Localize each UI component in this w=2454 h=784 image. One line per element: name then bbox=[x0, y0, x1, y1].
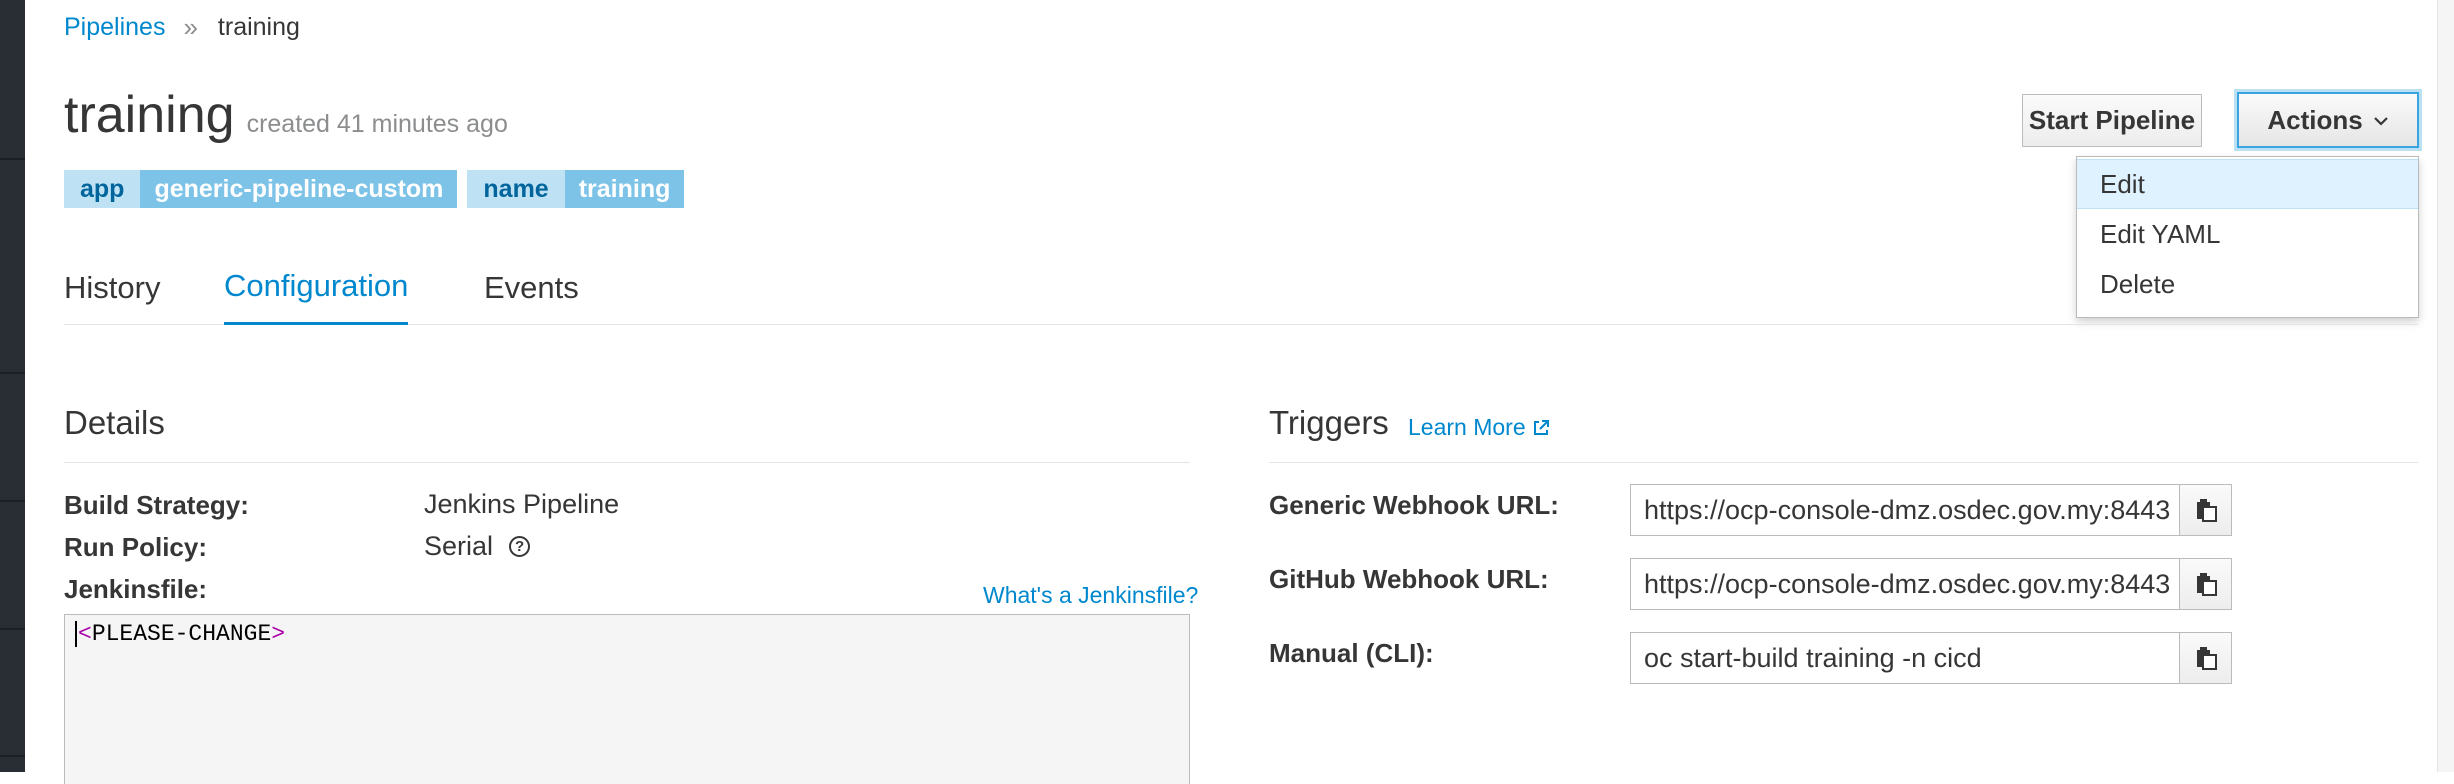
build-strategy-label: Build Strategy: bbox=[64, 490, 249, 520]
jenkinsfile-content: PLEASE-CHANGE bbox=[91, 621, 272, 648]
nav-divider bbox=[0, 500, 25, 502]
label-value: training bbox=[564, 170, 685, 208]
learn-more-text: Learn More bbox=[1408, 414, 1526, 440]
start-pipeline-button[interactable]: Start Pipeline bbox=[2022, 94, 2202, 147]
manual-cli-copy-group bbox=[1630, 632, 2232, 684]
scrollbar[interactable] bbox=[2437, 0, 2454, 772]
label-key: name bbox=[467, 170, 565, 208]
triggers-heading: Triggers bbox=[1269, 404, 1389, 441]
actions-label: Actions bbox=[2267, 104, 2363, 135]
copy-generic-webhook-button[interactable] bbox=[2179, 484, 2232, 536]
breadcrumb-current: training bbox=[217, 13, 300, 41]
menu-item-edit[interactable]: Edit bbox=[2077, 159, 2418, 209]
label-list: app generic-pipeline-custom name trainin… bbox=[64, 170, 685, 208]
generic-webhook-label: Generic Webhook URL: bbox=[1269, 490, 1559, 520]
github-webhook-label: GitHub Webhook URL: bbox=[1269, 564, 1549, 594]
triggers-divider bbox=[1269, 462, 2418, 463]
clipboard-icon bbox=[2196, 499, 2217, 522]
label-key: app bbox=[64, 170, 141, 208]
label-name[interactable]: name training bbox=[467, 170, 685, 208]
breadcrumb-pipelines-link[interactable]: Pipelines bbox=[64, 13, 165, 42]
jenkinsfile-editor[interactable]: <PLEASE-CHANGE> bbox=[64, 614, 1190, 784]
text-cursor bbox=[75, 621, 77, 647]
tab-history[interactable]: History bbox=[64, 250, 160, 325]
whats-a-jenkinsfile-link[interactable]: What's a Jenkinsfile? bbox=[983, 582, 1198, 609]
nav-divider bbox=[0, 628, 25, 630]
run-policy-value: Serial ? bbox=[424, 531, 531, 562]
breadcrumb: Pipelines » training bbox=[64, 12, 300, 43]
copy-manual-cli-button[interactable] bbox=[2179, 632, 2232, 684]
label-app[interactable]: app generic-pipeline-custom bbox=[64, 170, 458, 208]
page-title: training bbox=[64, 86, 235, 144]
github-webhook-url-field[interactable] bbox=[1630, 558, 2179, 610]
nav-divider bbox=[0, 755, 25, 757]
tab-bar: History Configuration Events bbox=[64, 250, 2418, 325]
chevron-down-icon bbox=[2373, 110, 2389, 131]
clipboard-icon bbox=[2196, 573, 2217, 596]
jenkinsfile-label: Jenkinsfile: bbox=[64, 574, 208, 604]
generic-webhook-url-field[interactable] bbox=[1630, 484, 2179, 536]
actions-dropdown-button[interactable]: Actions bbox=[2237, 92, 2419, 148]
details-heading: Details bbox=[64, 404, 165, 441]
breadcrumb-separator: » bbox=[183, 12, 198, 42]
tab-configuration[interactable]: Configuration bbox=[224, 250, 409, 325]
copy-github-webhook-button[interactable] bbox=[2179, 558, 2232, 610]
label-value: generic-pipeline-custom bbox=[140, 170, 458, 208]
nav-divider bbox=[0, 372, 25, 374]
external-link-icon bbox=[1533, 419, 1549, 435]
run-policy-label: Run Policy: bbox=[64, 532, 208, 562]
pipeline-page: Pipelines » training training created 41… bbox=[25, 0, 2437, 784]
details-divider bbox=[64, 462, 1190, 463]
generic-webhook-copy-group bbox=[1630, 484, 2232, 536]
run-policy-text: Serial bbox=[424, 531, 494, 561]
manual-cli-label: Manual (CLI): bbox=[1269, 638, 1434, 668]
learn-more-link[interactable]: Learn More bbox=[1408, 414, 1550, 441]
build-strategy-value: Jenkins Pipeline bbox=[424, 489, 619, 520]
build-strategy-text: Jenkins Pipeline bbox=[424, 489, 620, 519]
tab-events[interactable]: Events bbox=[484, 250, 579, 325]
manual-cli-field[interactable] bbox=[1630, 632, 2179, 684]
clipboard-icon bbox=[2196, 647, 2217, 670]
nav-divider bbox=[0, 158, 25, 160]
page-header: training created 41 minutes ago bbox=[64, 85, 508, 145]
question-circle-icon[interactable]: ? bbox=[509, 536, 531, 557]
github-webhook-copy-group bbox=[1630, 558, 2232, 610]
created-timestamp: created 41 minutes ago bbox=[246, 110, 508, 138]
left-nav-strip bbox=[0, 0, 25, 772]
